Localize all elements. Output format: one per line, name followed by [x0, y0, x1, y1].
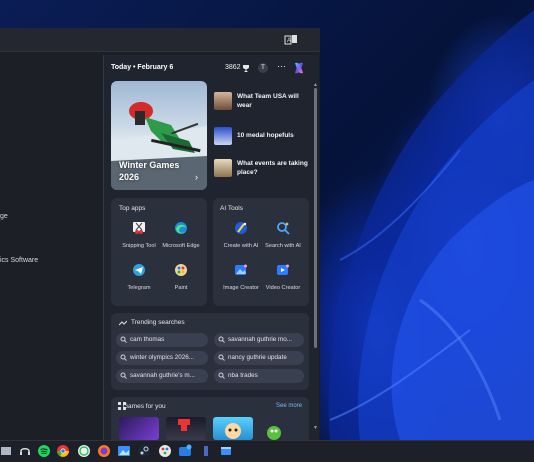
widgets-taskbar-icon[interactable] [178, 444, 192, 458]
window-text-fragment: ics Software [0, 257, 39, 264]
tool-image-creator[interactable]: Image Creator [217, 263, 265, 291]
chip-label: cam thomas [130, 336, 165, 343]
hero-title: Winter Games [119, 160, 180, 170]
games-title: Games for you [123, 403, 166, 410]
news-thumbnail [214, 92, 232, 110]
scroll-down-arrow[interactable]: ▼ [313, 425, 318, 431]
tool-label: Search with AI [265, 243, 301, 249]
search-ai-icon [277, 222, 290, 235]
search-icon [218, 336, 225, 343]
svg-text:A: A [287, 38, 291, 44]
trending-chip[interactable]: savannah guthrie mo... [214, 333, 304, 347]
rewards-points[interactable]: 3862 [225, 64, 241, 71]
widgets-panel: Today • February 6 3862 T ··· Winter Gam… [103, 55, 319, 440]
file-explorer-icon[interactable] [0, 444, 14, 458]
news-item[interactable]: What events are taking place? [214, 159, 310, 187]
news-item[interactable]: 10 medal hopefuls [214, 127, 310, 155]
game-art [267, 426, 281, 440]
tool-video-creator[interactable]: Video Creator [259, 263, 307, 291]
news-item[interactable]: What Team USA will wear [214, 92, 310, 120]
create-ai-icon [235, 222, 247, 234]
chip-label: winter olympics 2026... [130, 354, 195, 361]
app-window-titlebar: A [0, 28, 320, 52]
trending-chip[interactable]: nancy guthrie update [214, 351, 304, 365]
top-apps-title: Top apps [119, 205, 146, 212]
trending-chip[interactable]: savannah guthrie's m... [116, 369, 208, 383]
whatsapp-icon[interactable] [77, 444, 91, 458]
tool-search-with-ai[interactable]: Search with AI [259, 221, 307, 249]
chip-label: savannah guthrie's m... [130, 372, 195, 379]
window-app-icon[interactable] [219, 444, 233, 458]
translate-icon[interactable]: A [284, 33, 298, 47]
spotify-icon[interactable] [37, 444, 51, 458]
search-icon [120, 372, 127, 379]
game-art [225, 423, 241, 439]
search-icon [218, 354, 225, 361]
telegram-icon [133, 264, 145, 276]
chip-label: nba trades [228, 372, 258, 379]
tool-label: Image Creator [223, 285, 259, 291]
game-tile[interactable] [119, 417, 159, 440]
app-paint[interactable]: Paint [157, 263, 205, 291]
copilot-icon[interactable] [292, 61, 306, 75]
trending-icon [119, 320, 127, 326]
window-text-fragment: ge [0, 213, 8, 220]
snipping-tool-icon [133, 222, 145, 234]
app-label: Snipping Tool [122, 243, 156, 249]
trending-chip[interactable]: cam thomas [116, 333, 208, 347]
panel-date: Today • February 6 [111, 64, 174, 71]
more-options-button[interactable]: ··· [277, 61, 286, 71]
trending-title: Trending searches [131, 319, 185, 326]
app-snipping-tool[interactable]: Snipping Tool [115, 221, 163, 249]
game-tile[interactable] [166, 417, 206, 440]
chrome-icon[interactable] [56, 444, 70, 458]
steam-icon[interactable] [137, 444, 151, 458]
game-tile[interactable] [213, 417, 253, 440]
image-creator-icon [235, 264, 247, 275]
search-icon [120, 336, 127, 343]
tool-label: Video Creator [265, 285, 301, 291]
hero-story-card[interactable]: Winter Games 2026 › [111, 81, 207, 190]
news-thumbnail [214, 159, 232, 177]
info-icon[interactable] [199, 444, 213, 458]
tool-label: Create with AI [223, 243, 259, 249]
game-tile[interactable] [260, 417, 300, 440]
photos-icon[interactable] [117, 444, 131, 458]
scrollbar-thumb[interactable] [314, 88, 317, 348]
news-headline: 10 medal hopefuls [237, 132, 294, 139]
tool-create-with-ai[interactable]: Create with AI [217, 221, 265, 249]
paint-icon [175, 264, 187, 276]
edge-icon [175, 222, 187, 234]
firefox-icon[interactable] [97, 444, 111, 458]
news-thumbnail [214, 127, 232, 145]
news-headline: What Team USA will wear [237, 93, 299, 109]
avatar[interactable]: T [258, 63, 268, 73]
trending-chip[interactable]: winter olympics 2026... [116, 351, 208, 365]
trending-chip[interactable]: nba trades [214, 369, 304, 383]
hero-subtitle: 2026 [119, 172, 140, 182]
ai-tools-title: AI Tools [220, 205, 244, 212]
app-microsoft-edge[interactable]: Microsoft Edge [157, 221, 205, 249]
news-headline: What events are taking place? [237, 160, 308, 176]
see-more-link[interactable]: See more [276, 403, 302, 409]
chip-label: nancy guthrie update [228, 354, 287, 361]
chevron-right-icon[interactable]: › [195, 172, 198, 182]
video-creator-icon [277, 264, 289, 275]
color-picker-icon[interactable] [158, 444, 172, 458]
chip-label: savannah guthrie mo... [228, 336, 293, 343]
app-telegram[interactable]: Telegram [115, 263, 163, 291]
app-label: Paint [174, 285, 188, 291]
app-label: Microsoft Edge [162, 243, 200, 249]
game-art [178, 419, 190, 431]
search-icon [120, 354, 127, 361]
app-label: Telegram [127, 285, 151, 291]
trophy-icon[interactable] [242, 64, 250, 72]
headphones-icon[interactable] [18, 444, 32, 458]
search-icon [218, 372, 225, 379]
